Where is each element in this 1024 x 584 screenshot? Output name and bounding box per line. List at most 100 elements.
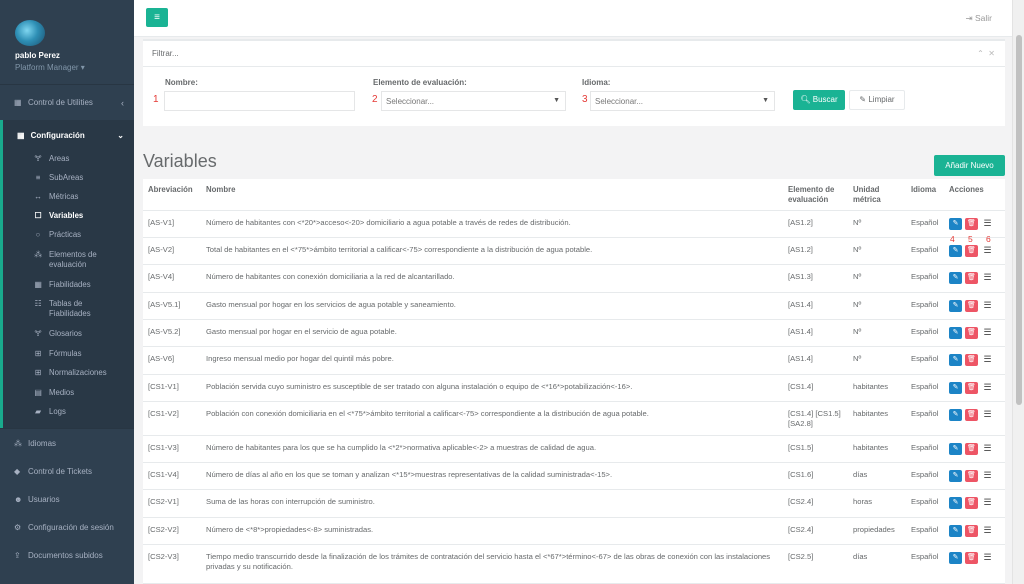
sidebar-item-fórmulas[interactable]: ⊞ Fórmulas xyxy=(3,345,134,364)
nav-control-utilities[interactable]: ▦ Control de Utilities ‹ xyxy=(0,84,134,120)
delete-button[interactable]: 🗑︎ xyxy=(965,327,978,339)
delete-button[interactable]: 🗑︎ xyxy=(965,272,978,284)
delete-button[interactable]: 🗑︎ xyxy=(965,354,978,366)
cell-abrev: [AS-V5.1] xyxy=(148,300,181,309)
nav-documentos-subidos[interactable]: ⇪ Documentos subidos xyxy=(0,541,134,569)
details-button[interactable]: ☰ xyxy=(981,470,994,482)
edit-button[interactable]: ✎ xyxy=(949,525,962,537)
delete-button[interactable]: 🗑︎ xyxy=(965,300,978,312)
edit-button[interactable]: ✎ xyxy=(949,470,962,482)
details-button[interactable]: ☰ xyxy=(981,272,994,284)
sidebar-item-variables[interactable]: ☐ Variables xyxy=(3,207,134,226)
add-new-button[interactable]: Añadir Nuevo xyxy=(934,155,1005,176)
nombre-input[interactable] xyxy=(164,91,355,111)
user-role-dropdown[interactable]: Platform Manager ▾ xyxy=(15,63,134,72)
sidebar-item-fiabilidades[interactable]: ▦ Fiabilidades xyxy=(3,276,134,295)
header-idioma[interactable]: Idioma xyxy=(911,185,936,195)
delete-button[interactable]: 🗑︎ xyxy=(965,218,978,230)
delete-button[interactable]: 🗑︎ xyxy=(965,382,978,394)
edit-button[interactable]: ✎ xyxy=(949,382,962,394)
list-icon: ☰ xyxy=(983,409,992,419)
details-button[interactable]: ☰ xyxy=(981,382,994,394)
row-actions: ✎ 🗑︎ ☰ xyxy=(949,497,994,509)
details-button[interactable]: ☰ xyxy=(981,525,994,537)
sidebar-item-icon: ○ xyxy=(35,230,41,239)
cell-abrev: [AS-V4] xyxy=(148,272,175,281)
scrollbar[interactable] xyxy=(1012,0,1024,584)
details-button[interactable]: ☰ xyxy=(981,443,994,455)
menu-toggle-button[interactable]: ≡ xyxy=(146,8,168,27)
collapse-icon[interactable]: ⌃ xyxy=(977,49,984,58)
nav-configuración-de-sesión[interactable]: ⚙ Configuración de sesión xyxy=(0,513,134,541)
nav-control-de-tickets[interactable]: ◆ Control de Tickets xyxy=(0,457,134,485)
avatar[interactable] xyxy=(15,20,45,46)
details-button[interactable]: ☰ xyxy=(981,327,994,339)
details-button[interactable]: ☰ xyxy=(981,218,994,230)
details-button[interactable]: ☰ xyxy=(981,354,994,366)
sidebar-item-medios[interactable]: ▤ Medios xyxy=(3,384,134,403)
header-elemento[interactable]: Elemento de evaluación xyxy=(788,185,848,205)
trash-icon: 🗑︎ xyxy=(967,445,976,452)
cell-idioma: Español xyxy=(911,272,939,281)
details-button[interactable]: ☰ xyxy=(981,245,994,257)
delete-button[interactable]: 🗑︎ xyxy=(965,525,978,537)
sidebar-item-subareas[interactable]: ≡ SubAreas xyxy=(3,169,134,188)
logout-link[interactable]: ⇥ Salir xyxy=(965,13,992,24)
sidebar-item-métricas[interactable]: ↔ Métricas xyxy=(3,188,134,207)
cell-idioma: Español xyxy=(911,409,939,418)
nav-configuracion[interactable]: ▦ Configuración ⌄ 🝖 Areas ≡ SubAreas ↔ Métric… xyxy=(0,120,134,428)
edit-button[interactable]: ✎ xyxy=(949,245,962,257)
table-row: [CS2-V3] Tiempo medio transcurrido desde … xyxy=(143,545,1005,584)
edit-button[interactable]: ✎ xyxy=(949,272,962,284)
edit-icon: ✎ xyxy=(952,411,959,418)
idioma-select[interactable]: Seleccionar... ▼ xyxy=(590,91,775,111)
elemento-select-value: Seleccionar... xyxy=(386,97,435,106)
close-icon[interactable]: ✕ xyxy=(988,49,995,58)
details-button[interactable]: ☰ xyxy=(981,300,994,312)
sidebar-item-areas[interactable]: 🝖 Areas xyxy=(3,150,134,169)
cell-nombre: Número de habitantes con <*20*>acceso<-2… xyxy=(206,218,571,227)
limpiar-button[interactable]: ✎ Limpiar xyxy=(849,90,905,110)
edit-icon: ✎ xyxy=(952,356,959,363)
annotation-number: 3 xyxy=(582,94,588,105)
nav-idiomas[interactable]: ⁂ Idiomas xyxy=(0,429,134,457)
table-row: [AS-V4] Número de habitantes con conexión… xyxy=(143,265,1005,293)
edit-button[interactable]: ✎ xyxy=(949,497,962,509)
cell-unidad: Nº xyxy=(853,272,862,281)
header-unidad[interactable]: Unidad métrica xyxy=(853,185,903,205)
cell-idioma: Español xyxy=(911,382,939,391)
edit-button[interactable]: ✎ xyxy=(949,552,962,564)
delete-button[interactable]: 🗑︎ xyxy=(965,245,978,257)
details-button[interactable]: ☰ xyxy=(981,552,994,564)
edit-button[interactable]: ✎ xyxy=(949,443,962,455)
details-button[interactable]: ☰ xyxy=(981,409,994,421)
sidebar-item-tablas-de-fiabilidades[interactable]: ☷ Tablas de Fiabilidades xyxy=(3,295,134,325)
nav-usuarios[interactable]: ☻ Usuarios xyxy=(0,485,134,513)
sidebar-item-elementos-de-evaluación[interactable]: ⁂ Elementos de evaluación xyxy=(3,246,134,276)
buscar-button[interactable]: 🔍︎ Buscar xyxy=(793,90,845,110)
sidebar-item-prácticas[interactable]: ○ Prácticas xyxy=(3,226,134,246)
scrollbar-thumb[interactable] xyxy=(1016,35,1022,405)
caret-down-icon: ▼ xyxy=(553,97,560,104)
row-actions: ✎ 🗑︎ ☰ xyxy=(949,470,994,482)
sidebar-item-logs[interactable]: ▰ Logs xyxy=(3,403,134,422)
delete-button[interactable]: 🗑︎ xyxy=(965,470,978,482)
edit-button[interactable]: ✎ xyxy=(949,409,962,421)
nav-configuracion-header[interactable]: ▦ Configuración ⌄ xyxy=(3,120,134,150)
delete-button[interactable]: 🗑︎ xyxy=(965,443,978,455)
edit-button[interactable]: ✎ xyxy=(949,218,962,230)
elemento-select[interactable]: Seleccionar... ▼ xyxy=(381,91,566,111)
header-abreviacion[interactable]: Abreviación xyxy=(148,185,193,195)
details-button[interactable]: ☰ xyxy=(981,497,994,509)
cell-idioma: Español xyxy=(911,300,939,309)
edit-button[interactable]: ✎ xyxy=(949,300,962,312)
sidebar-item-normalizaciones[interactable]: ⊞ Normalizaciones xyxy=(3,364,134,384)
delete-button[interactable]: 🗑︎ xyxy=(965,552,978,564)
cell-elemento: [CS1.4] xyxy=(788,382,814,391)
sidebar-item-glosarios[interactable]: 🝖 Glosarios xyxy=(3,325,134,345)
delete-button[interactable]: 🗑︎ xyxy=(965,409,978,421)
edit-button[interactable]: ✎ xyxy=(949,327,962,339)
delete-button[interactable]: 🗑︎ xyxy=(965,497,978,509)
edit-button[interactable]: ✎ xyxy=(949,354,962,366)
header-nombre[interactable]: Nombre xyxy=(206,185,235,195)
